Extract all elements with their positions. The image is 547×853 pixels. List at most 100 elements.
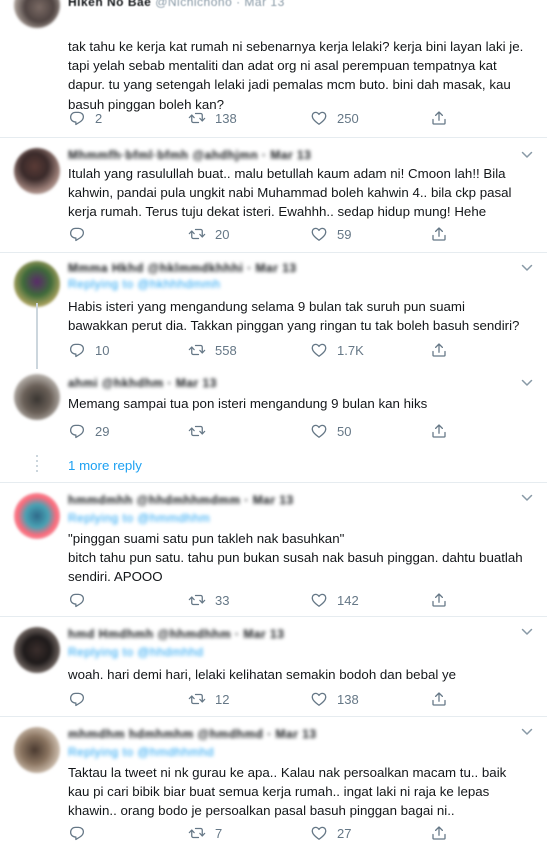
more-replies-link[interactable]: 1 more reply	[68, 458, 142, 473]
like-button[interactable]: 142	[310, 590, 359, 610]
tweet[interactable]: Mhmmfh·bfml·bfmh @ahdhjmn · Mar 13 Itula…	[0, 138, 547, 252]
reply-button[interactable]: 29	[68, 421, 109, 441]
avatar[interactable]	[14, 148, 60, 194]
tweet-author[interactable]: Hikeh No Bae @Nichichono · Mar 13	[68, 0, 285, 9]
retweet-button[interactable]: 7	[188, 823, 222, 843]
reply-icon	[68, 225, 86, 243]
retweet-count: 20	[215, 226, 230, 242]
avatar[interactable]	[14, 261, 60, 307]
reply-button[interactable]: 10	[68, 340, 109, 360]
like-button[interactable]: 27	[310, 823, 351, 843]
retweet-button[interactable]: 20	[188, 224, 229, 244]
like-icon	[310, 341, 328, 359]
chevron-down-icon[interactable]	[521, 493, 533, 503]
retweet-count: 558	[215, 342, 237, 358]
like-count: 250	[337, 110, 359, 126]
retweet-button[interactable]: 138	[188, 108, 237, 128]
share-button[interactable]	[430, 108, 448, 128]
chevron-down-icon[interactable]	[521, 378, 533, 388]
avatar[interactable]	[14, 627, 60, 673]
display-name[interactable]: hmmdmhh @hhdmhhmdmm · Mar 13	[68, 493, 294, 507]
reply-button[interactable]	[68, 590, 95, 610]
retweet-button[interactable]	[188, 421, 215, 441]
replying-to[interactable]: Replying to @hhdmhhd	[68, 645, 204, 659]
reply-button[interactable]	[68, 224, 95, 244]
share-button[interactable]	[430, 689, 448, 709]
avatar[interactable]	[14, 0, 60, 28]
like-button[interactable]: 250	[310, 108, 359, 128]
share-icon	[430, 824, 448, 842]
tweet-actions: 20 59	[68, 224, 498, 244]
like-button[interactable]: 1.7K	[310, 340, 364, 360]
retweet-button[interactable]: 12	[188, 689, 229, 709]
display-name[interactable]: Mhmmfh·bfml·bfmh @ahdhjmn · Mar 13	[68, 148, 311, 162]
retweet-count: 12	[215, 691, 230, 707]
replying-to[interactable]: Replying to @hkhhhdmmh	[68, 277, 221, 291]
like-count: 138	[337, 691, 359, 707]
reply-button[interactable]	[68, 823, 95, 843]
share-button[interactable]	[430, 823, 448, 843]
chevron-down-icon[interactable]	[521, 150, 533, 160]
tweet[interactable]: hmd Hmdhmh @hhmdhhm · Mar 13 Replying to…	[0, 617, 547, 716]
tweet-actions: 29 50	[68, 421, 498, 441]
retweet-count: 7	[215, 825, 223, 841]
handle-and-date[interactable]: @Nichichono · Mar 13	[155, 0, 285, 9]
retweet-count: 138	[215, 110, 237, 126]
tweet-text: "pinggan suami satu pun takleh nak basuh…	[68, 531, 523, 585]
share-button[interactable]	[430, 224, 448, 244]
tweet-actions: 7 27	[68, 823, 498, 843]
reply-icon	[68, 824, 86, 842]
tweet[interactable]: ahmi @hkhdhm · Mar 13 Memang sampai tua …	[0, 368, 547, 450]
tweet-author[interactable]: hmd Hmdhmh @hhmdhhm · Mar 13	[68, 627, 284, 641]
avatar[interactable]	[14, 374, 60, 420]
retweet-button[interactable]: 558	[188, 340, 237, 360]
avatar[interactable]	[14, 493, 60, 539]
replying-to[interactable]: Replying to @hmdhhmhd	[68, 745, 214, 759]
like-icon	[310, 422, 328, 440]
replying-to[interactable]: Replying to @hmmdhhm	[68, 511, 210, 525]
retweet-count: 33	[215, 592, 230, 608]
share-button[interactable]	[430, 590, 448, 610]
tweet[interactable]: Hikeh No Bae @Nichichono · Mar 13 tak ta…	[0, 0, 547, 137]
tweet-author[interactable]: Mmma Hkhd @hklmmdkhhhi · Mar 13	[68, 261, 297, 275]
tweet-author[interactable]: hmmdmhh @hhdmhhmdmm · Mar 13	[68, 493, 294, 507]
like-icon	[310, 591, 328, 609]
display-name[interactable]: Hikeh No Bae	[68, 0, 151, 9]
tweet[interactable]: mhmdhm hdmhmhm @hmdhmd · Mar 13 Replying…	[0, 717, 547, 853]
like-count: 50	[337, 423, 352, 439]
display-name[interactable]: Mmma Hkhd @hklmmdkhhhi · Mar 13	[68, 261, 297, 275]
display-name[interactable]: ahmi @hkhdhm · Mar 13	[68, 376, 217, 390]
like-button[interactable]: 50	[310, 421, 351, 441]
reply-count: 2	[95, 110, 103, 126]
reply-icon	[68, 422, 86, 440]
like-icon	[310, 109, 328, 127]
chevron-down-icon[interactable]	[521, 627, 533, 637]
like-button[interactable]: 138	[310, 689, 359, 709]
share-button[interactable]	[430, 421, 448, 441]
display-name[interactable]: hmd Hmdhmh @hhmdhhm · Mar 13	[68, 627, 284, 641]
share-icon	[430, 591, 448, 609]
chevron-down-icon[interactable]	[521, 727, 533, 737]
avatar[interactable]	[14, 727, 60, 773]
retweet-icon	[188, 591, 206, 609]
like-button[interactable]: 59	[310, 224, 351, 244]
tweet-author[interactable]: ahmi @hkhdhm · Mar 13	[68, 376, 217, 390]
tweet[interactable]: Mmma Hkhd @hklmmdkhhhi · Mar 13 Replying…	[0, 253, 547, 368]
chevron-down-icon[interactable]	[521, 263, 533, 273]
display-name[interactable]: mhmdhm hdmhmhm @hmdhmd · Mar 13	[68, 727, 317, 741]
reply-icon	[68, 341, 86, 359]
retweet-icon	[188, 422, 206, 440]
share-icon	[430, 341, 448, 359]
share-button[interactable]	[430, 340, 448, 360]
tweet-author[interactable]: Mhmmfh·bfml·bfmh @ahdhjmn · Mar 13	[68, 148, 311, 162]
tweet[interactable]: hmmdmhh @hhdmhhmdmm · Mar 13 Replying to…	[0, 483, 547, 616]
like-count: 59	[337, 226, 352, 242]
retweet-icon	[188, 341, 206, 359]
reply-icon	[68, 109, 86, 127]
like-count: 1.7K	[337, 342, 364, 358]
tweet-author[interactable]: mhmdhm hdmhmhm @hmdhmd · Mar 13	[68, 727, 317, 741]
reply-button[interactable]: 2	[68, 108, 102, 128]
reply-button[interactable]	[68, 689, 95, 709]
tweet-text: Memang sampai tua pon isteri mengandung …	[68, 396, 428, 411]
retweet-button[interactable]: 33	[188, 590, 229, 610]
